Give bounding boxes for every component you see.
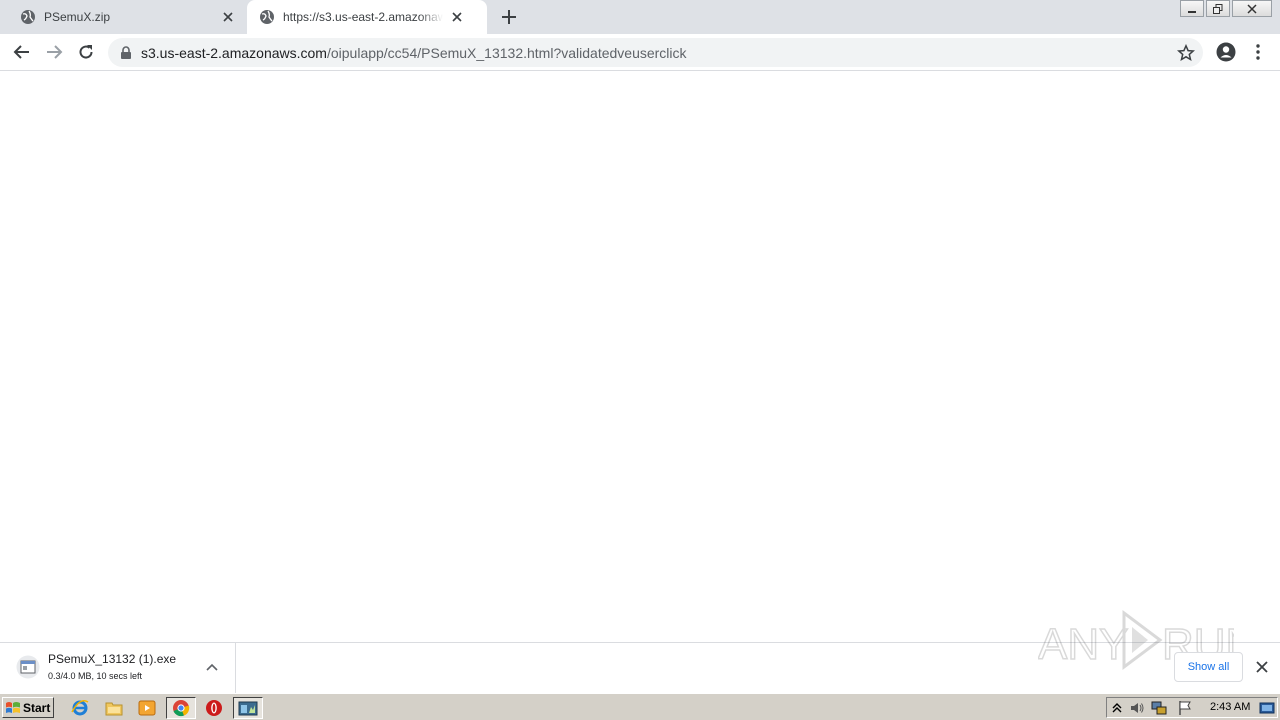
action-center-flag-icon[interactable] [1177,700,1193,716]
url-path: /oipulapp/cc54/PSemuX_13132.html?validat… [326,44,687,61]
chrome-taskbar-button[interactable] [166,697,196,719]
new-tab-icon[interactable] [500,8,518,26]
window-close-button[interactable] [1232,0,1272,17]
profile-button[interactable] [1214,40,1238,64]
exe-file-icon [16,655,40,679]
start-button[interactable]: Start [2,697,54,718]
close-tab-icon[interactable] [220,9,236,25]
download-item[interactable]: PSemuX_13132 (1).exe 0.3/4.0 MB, 10 secs… [0,643,236,693]
tab-psemux-zip[interactable]: PSemuX.zip [8,0,246,34]
back-button[interactable] [10,40,34,64]
network-icon[interactable] [1151,700,1167,716]
account-icon [1216,42,1236,62]
start-label: Start [23,700,51,715]
arrow-right-icon [47,45,63,59]
taskbar: Start 2:43 AM [0,693,1280,720]
tab-title: PSemuX.zip [44,10,111,24]
windows-logo-icon [6,701,20,713]
url-host: s3.us-east-2.amazonaws.com [141,44,327,61]
volume-icon[interactable] [1129,700,1145,716]
internet-explorer-icon[interactable] [70,698,90,718]
app-taskbar-button[interactable] [233,697,263,719]
minimize-icon [1188,10,1196,13]
forward-button[interactable] [42,40,66,64]
show-hidden-icons-icon[interactable] [1109,700,1125,716]
restore-button[interactable] [1206,0,1230,17]
address-bar[interactable]: s3.us-east-2.amazonaws.com/oipulapp/cc54… [108,38,1203,67]
show-desktop-icon[interactable] [1259,700,1275,716]
tab-title: https://s3.us-east-2.amazonaws.com/oipul… [283,10,443,24]
arrow-left-icon [13,45,29,59]
lock-icon [121,45,131,59]
chrome-icon [173,700,190,717]
minimize-button[interactable] [1180,0,1204,17]
file-explorer-icon[interactable] [104,698,124,718]
tab-amazonaws[interactable]: https://s3.us-east-2.amazonaws.com/oipul… [247,0,487,34]
download-status: 0.3/4.0 MB, 10 secs left [48,671,143,681]
window-controls [1178,0,1272,17]
opera-icon[interactable] [204,698,224,718]
chevron-up-icon[interactable] [205,660,219,674]
globe-icon [260,10,274,24]
menu-button[interactable] [1246,40,1270,64]
reload-icon [79,45,93,59]
browser-toolbar: s3.us-east-2.amazonaws.com/oipulapp/cc54… [0,34,1280,71]
close-download-bar-icon[interactable] [1254,659,1270,675]
restore-icon [1213,3,1223,14]
system-tray: 2:43 AM [1106,697,1278,718]
reload-button[interactable] [74,40,98,64]
close-tab-icon[interactable] [449,9,465,25]
kebab-menu-icon [1256,44,1260,60]
window-close-icon [1247,3,1257,14]
bookmark-star-icon[interactable] [1177,44,1195,62]
tab-strip: PSemuX.zip https://s3.us-east-2.amazonaw… [0,0,1280,34]
download-filename: PSemuX_13132 (1).exe [48,652,177,666]
show-all-downloads-button[interactable]: Show all [1174,652,1243,682]
clock: 2:43 AM [1210,701,1251,713]
application-icon [238,701,258,716]
globe-icon [21,10,35,24]
svg-text:ANY: ANY [1038,620,1128,669]
url-text: s3.us-east-2.amazonaws.com/oipulapp/cc54… [141,45,687,61]
page-content [0,72,1280,642]
media-player-icon[interactable] [137,698,157,718]
